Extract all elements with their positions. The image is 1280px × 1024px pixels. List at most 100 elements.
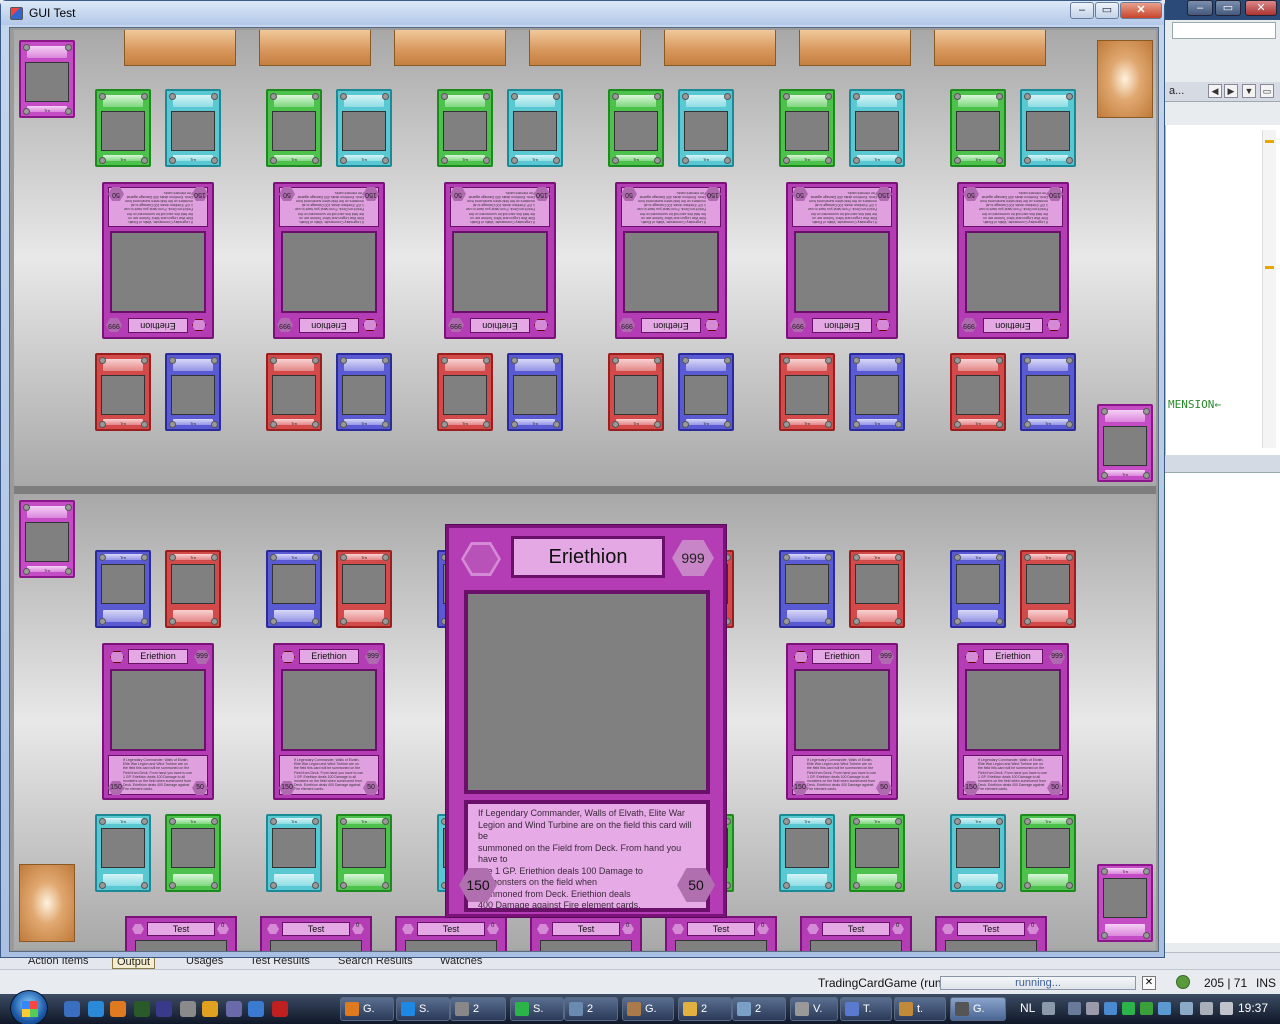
power-icon[interactable] — [1220, 1002, 1233, 1015]
ide-output-panel[interactable] — [1165, 473, 1280, 943]
tray-icon[interactable] — [1158, 1002, 1171, 1015]
monster-card[interactable]: Eriethion 999 If Legendary Commander, Wall… — [957, 643, 1069, 800]
hand-card[interactable]: Test 0 — [935, 916, 1047, 951]
cyan-card[interactable]: Trn — [266, 814, 322, 892]
internet-explorer-icon[interactable] — [88, 1001, 104, 1017]
green-card[interactable]: Trn — [608, 89, 664, 167]
taskbar-button[interactable]: t. — [894, 997, 946, 1021]
zoomed-card[interactable]: Eriethion 999 If Legendary Commander, Wall… — [446, 525, 726, 917]
monster-card[interactable]: Eriethion 999 If Legendary Commander, Wall… — [102, 643, 214, 800]
cyan-card[interactable]: Trn — [678, 89, 734, 167]
tray-arrow-icon[interactable] — [1068, 1002, 1081, 1015]
app-icon[interactable] — [248, 1001, 264, 1017]
cyan-card[interactable]: Trn — [779, 814, 835, 892]
pink-card[interactable]: Trn — [1097, 404, 1153, 482]
hand-card[interactable]: Test 0 — [260, 916, 372, 951]
green-card[interactable]: Trn — [95, 89, 151, 167]
red-card[interactable]: Trn — [779, 353, 835, 431]
green-card[interactable]: Trn — [165, 814, 221, 892]
monster-card[interactable]: Eriethion 999 If Legendary Commander, Wall… — [786, 643, 898, 800]
taskbar-button[interactable]: T. — [840, 997, 892, 1021]
red-card[interactable]: Trn — [165, 550, 221, 628]
taskbar-button[interactable]: G. — [950, 997, 1006, 1021]
taskbar-button[interactable]: 2 — [564, 997, 618, 1021]
monster-card[interactable]: Eriethion 999 If Legendary Commander, Wall… — [273, 182, 385, 339]
tray-icon[interactable] — [1140, 1002, 1153, 1015]
green-card[interactable]: Trn — [336, 814, 392, 892]
warning-mark[interactable] — [1265, 140, 1274, 143]
blue-card[interactable]: Trn — [678, 353, 734, 431]
maximize-button[interactable]: ▭ — [1095, 2, 1119, 19]
green-card[interactable]: Trn — [1020, 814, 1076, 892]
cancel-process-button[interactable]: ✕ — [1142, 976, 1156, 990]
blue-card[interactable]: Trn — [507, 353, 563, 431]
close-button[interactable]: ✕ — [1120, 2, 1162, 19]
blue-card[interactable]: Trn — [336, 353, 392, 431]
pink-card[interactable]: Trn — [19, 40, 75, 118]
blue-card[interactable]: Trn — [1020, 353, 1076, 431]
network-icon[interactable] — [1180, 1002, 1193, 1015]
language-indicator[interactable]: NL — [1020, 1001, 1035, 1015]
ide-maximize-button[interactable]: ▭ — [1215, 0, 1241, 16]
cyan-card[interactable]: Trn — [849, 89, 905, 167]
hand-card[interactable]: Test 0 — [395, 916, 507, 951]
taskbar-button[interactable]: S. — [510, 997, 564, 1021]
media-icon[interactable] — [202, 1001, 218, 1017]
opponent-deck[interactable] — [1097, 40, 1153, 118]
monster-card[interactable]: Eriethion 999 If Legendary Commander, Wall… — [273, 643, 385, 800]
app-icon[interactable] — [180, 1001, 196, 1017]
blue-card[interactable]: Trn — [849, 353, 905, 431]
player-deck[interactable] — [19, 864, 75, 942]
pink-card[interactable]: Trn — [1097, 864, 1153, 942]
restore-window-icon[interactable]: ▭ — [1260, 84, 1274, 98]
volume-icon[interactable] — [1200, 1002, 1213, 1015]
cyan-card[interactable]: Trn — [336, 89, 392, 167]
green-card[interactable]: Trn — [950, 89, 1006, 167]
cyan-card[interactable]: Trn — [507, 89, 563, 167]
pink-card[interactable]: Trn — [19, 500, 75, 578]
notification-icon[interactable] — [1176, 975, 1190, 989]
taskbar-button[interactable]: 2 — [678, 997, 732, 1021]
taskbar-button[interactable]: S. — [396, 997, 450, 1021]
red-card[interactable]: Trn — [1020, 550, 1076, 628]
taskbar-button[interactable]: 2 — [450, 997, 506, 1021]
spotify-icon[interactable] — [1122, 1002, 1135, 1015]
warning-mark[interactable] — [1265, 266, 1274, 269]
hand-card[interactable]: Test 0 — [800, 916, 912, 951]
scroll-left-icon[interactable]: ◀ — [1208, 84, 1222, 98]
green-card[interactable]: Trn — [266, 89, 322, 167]
ide-close-button[interactable]: ✕ — [1245, 0, 1277, 16]
app-icon[interactable] — [226, 1001, 242, 1017]
app-icon[interactable] — [272, 1001, 288, 1017]
monster-card[interactable]: Eriethion 999 If Legendary Commander, Wall… — [444, 182, 556, 339]
bluetooth-icon[interactable] — [1104, 1002, 1117, 1015]
taskbar-button[interactable]: 2 — [732, 997, 786, 1021]
hand-card[interactable]: Test 0 — [125, 916, 237, 951]
taskbar-button[interactable]: V. — [790, 997, 838, 1021]
red-card[interactable]: Trn — [266, 353, 322, 431]
cyan-card[interactable]: Trn — [1020, 89, 1076, 167]
red-card[interactable]: Trn — [950, 353, 1006, 431]
red-card[interactable]: Trn — [608, 353, 664, 431]
app-icon[interactable] — [134, 1001, 150, 1017]
green-card[interactable]: Trn — [849, 814, 905, 892]
red-card[interactable]: Trn — [336, 550, 392, 628]
ide-search-input[interactable] — [1172, 22, 1276, 39]
taskbar-button[interactable]: G. — [622, 997, 674, 1021]
monster-card[interactable]: Eriethion 999 If Legendary Commander, Wall… — [615, 182, 727, 339]
red-card[interactable]: Trn — [437, 353, 493, 431]
hand-card[interactable]: Test 0 — [665, 916, 777, 951]
cyan-card[interactable]: Trn — [95, 814, 151, 892]
blue-card[interactable]: Trn — [95, 550, 151, 628]
minimize-button[interactable]: – — [1070, 2, 1094, 19]
monster-card[interactable]: Eriethion 999 If Legendary Commander, Wall… — [786, 182, 898, 339]
blue-card[interactable]: Trn — [266, 550, 322, 628]
monster-card[interactable]: Eriethion 999 If Legendary Commander, Wall… — [102, 182, 214, 339]
green-card[interactable]: Trn — [437, 89, 493, 167]
firefox-icon[interactable] — [110, 1001, 126, 1017]
keyboard-icon[interactable] — [1042, 1002, 1055, 1015]
start-button[interactable] — [10, 990, 48, 1024]
blue-card[interactable]: Trn — [779, 550, 835, 628]
taskbar-button[interactable]: G. — [340, 997, 394, 1021]
green-card[interactable]: Trn — [779, 89, 835, 167]
